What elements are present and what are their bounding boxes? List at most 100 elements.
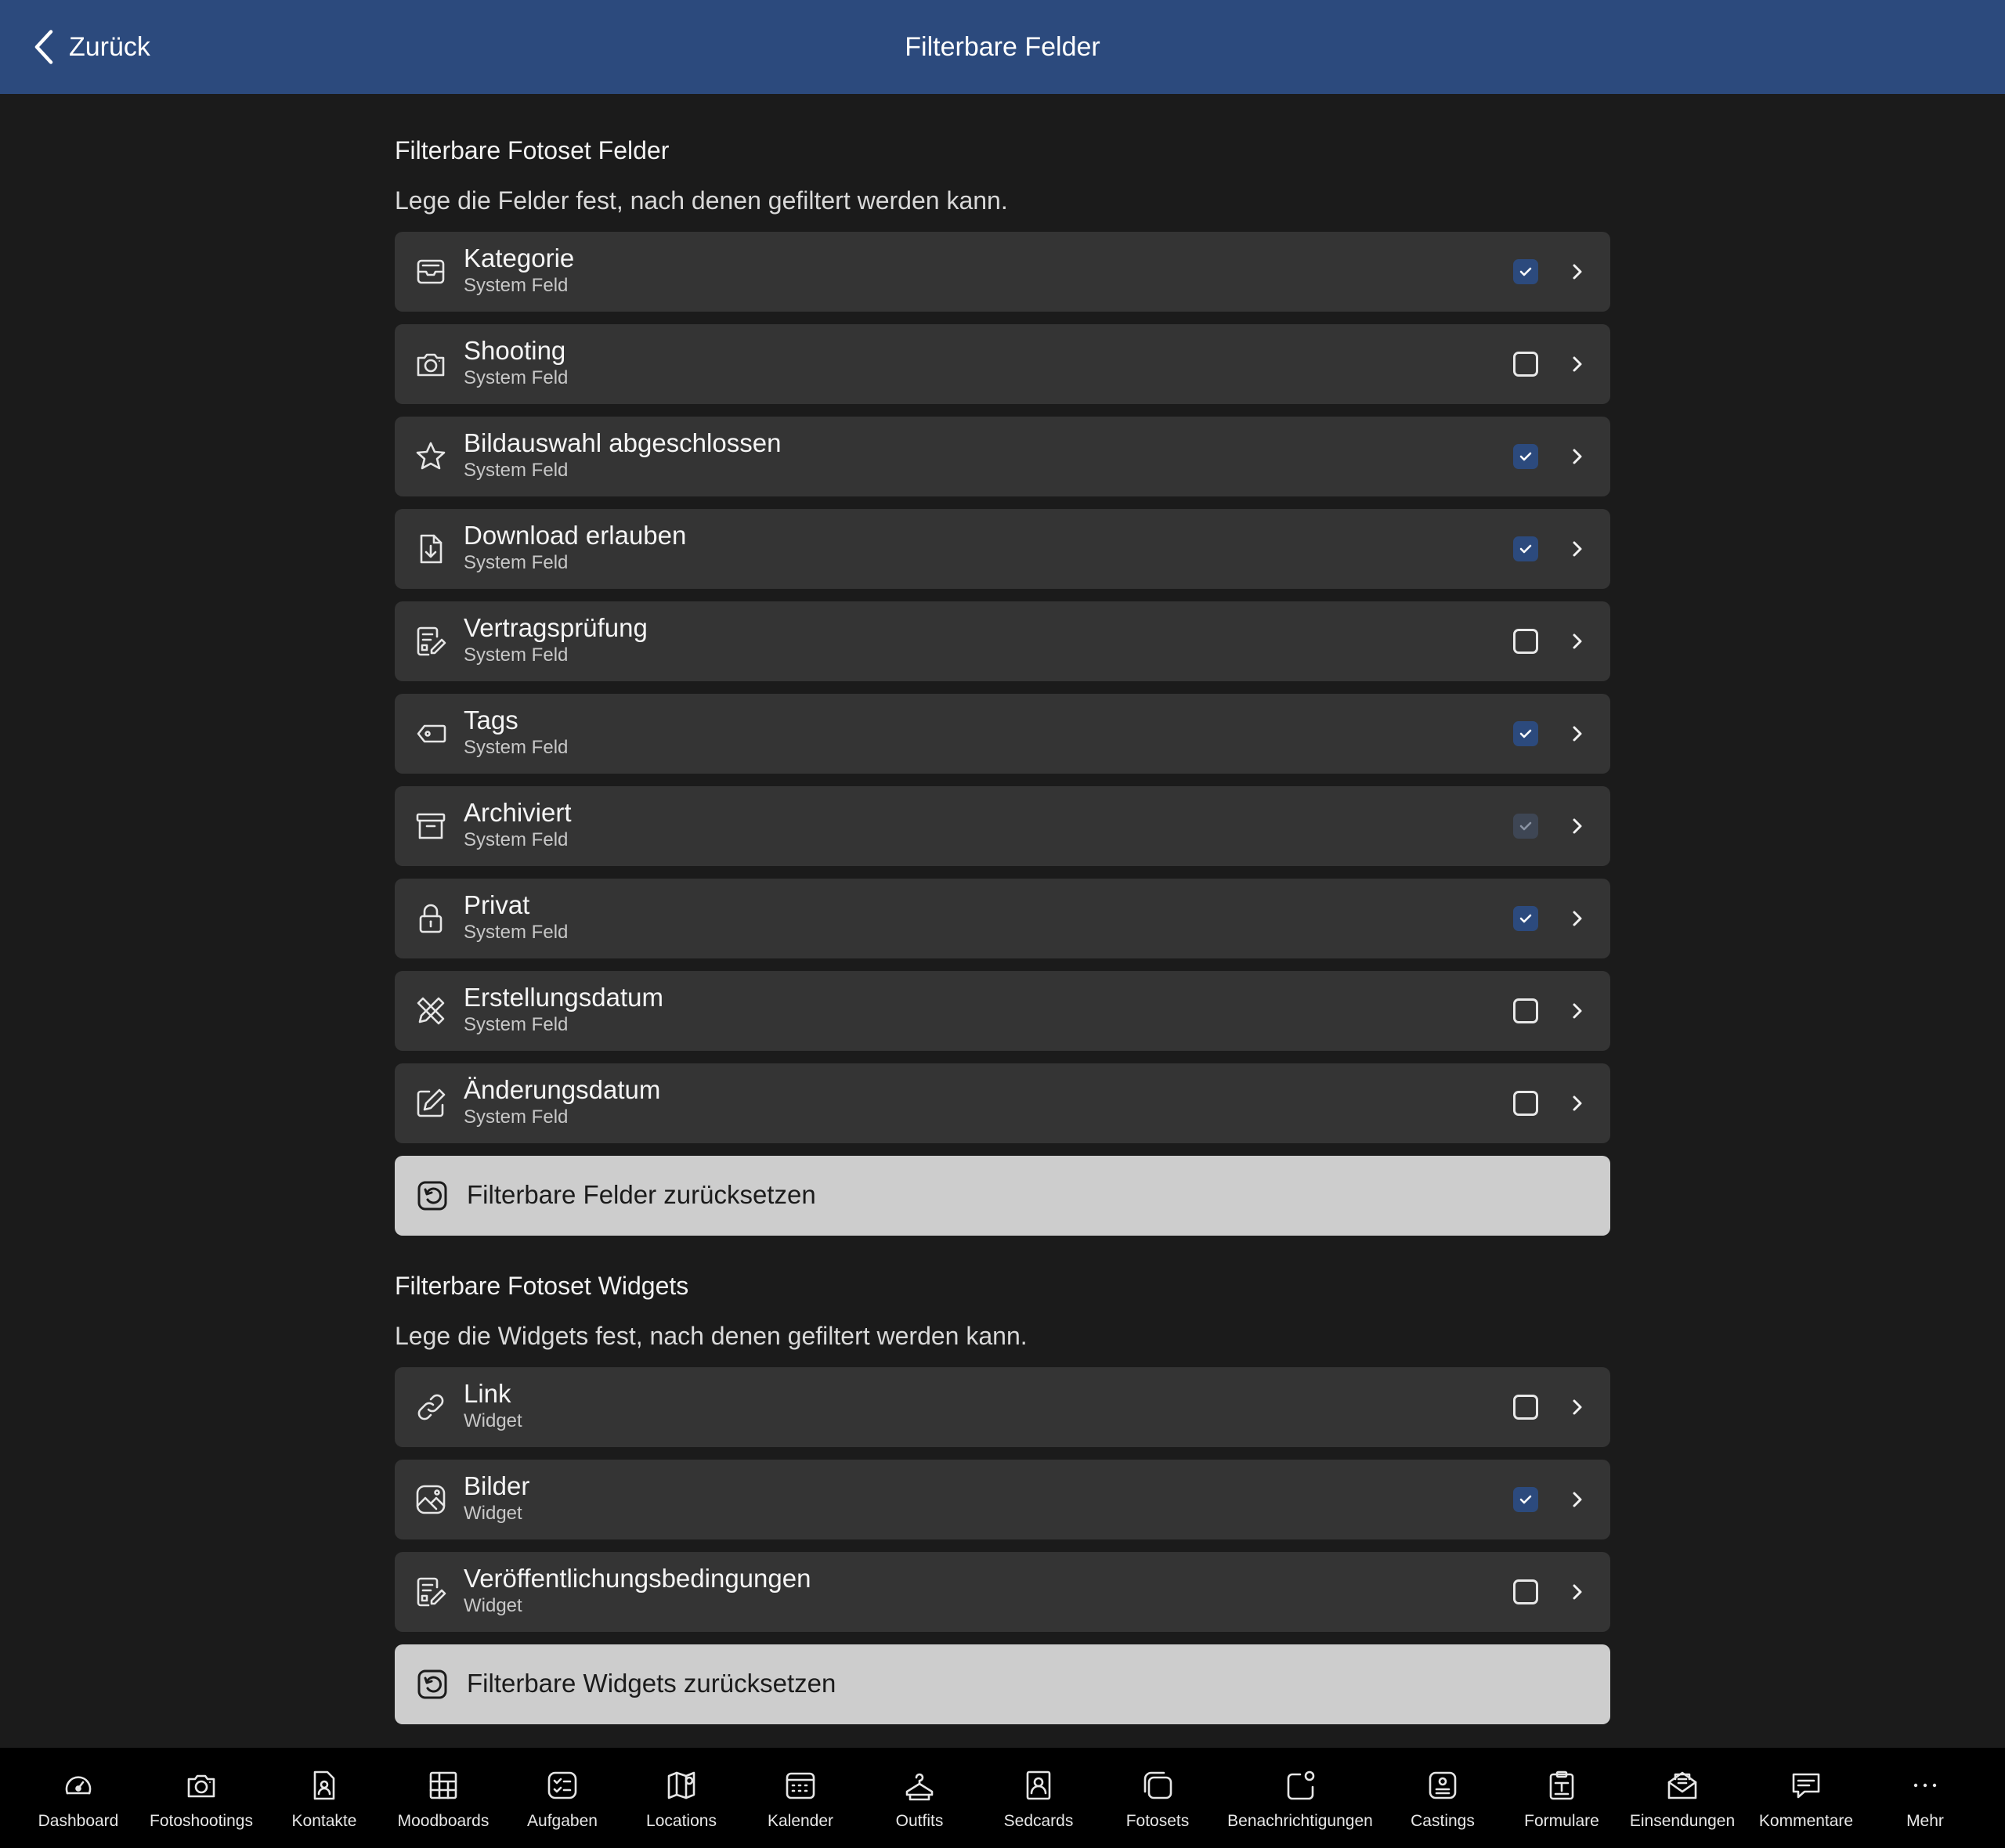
chevron-right-icon[interactable] [1565, 1579, 1590, 1604]
filter-checkbox[interactable] [1513, 1579, 1538, 1604]
list-item-texts: Vertragsprüfung System Feld [464, 612, 648, 667]
chevron-right-icon[interactable] [1565, 536, 1590, 561]
list-item-label: Veröffentlichungsbedingungen [464, 1564, 811, 1593]
list-item-subtitle: System Feld [464, 552, 569, 573]
list-item[interactable]: Kategorie System Feld [395, 232, 1610, 312]
list-item-texts: Änderungsdatum System Feld [464, 1074, 660, 1129]
calendar-icon [786, 1772, 815, 1799]
link-icon [414, 1390, 448, 1424]
more-icon [1913, 1783, 1937, 1788]
list-item-subtitle: System Feld [464, 460, 569, 481]
list-item[interactable]: Erstellungsdatum System Feld [395, 971, 1610, 1051]
chevron-right-icon[interactable] [1565, 352, 1590, 377]
list-item-texts: Archiviert System Feld [464, 797, 572, 852]
filter-checkbox[interactable] [1513, 814, 1538, 839]
tab-label: Sedcards [1003, 1812, 1074, 1830]
list-item-label: Vertragsprüfung [464, 613, 648, 642]
list-item-subtitle: System Feld [464, 644, 569, 666]
star-icon [414, 439, 448, 474]
tab-label: Mehr [1906, 1812, 1944, 1830]
image-icon [414, 1482, 448, 1517]
tray-icon [414, 254, 448, 289]
edit-square-icon [414, 1086, 448, 1121]
list-item-texts: Tags System Feld [464, 705, 568, 760]
widgets-section-description: Lege die Widgets fest, nach denen gefilt… [395, 1322, 1028, 1350]
reset-fields-button[interactable]: Filterbare Felder zurücksetzen [395, 1156, 1610, 1236]
chevron-right-icon[interactable] [1565, 1487, 1590, 1512]
list-item-subtitle: Widget [464, 1410, 522, 1431]
list-item-subtitle: System Feld [464, 1106, 569, 1128]
reset-icon [417, 1181, 447, 1211]
map-pin-icon [667, 1771, 695, 1799]
list-item[interactable]: Archiviert System Feld [395, 786, 1610, 866]
tab-label: Kontakte [291, 1812, 357, 1830]
fields-section-description: Lege die Felder fest, nach denen gefilte… [395, 186, 1008, 215]
list-item-texts: Link Widget [464, 1378, 522, 1433]
list-item-label: Bilder [464, 1471, 530, 1500]
filter-checkbox[interactable] [1513, 1395, 1538, 1420]
chevron-right-icon[interactable] [1565, 721, 1590, 746]
list-item-label: Kategorie [464, 244, 575, 273]
list-item-texts: Bildauswahl abgeschlossen System Feld [464, 428, 781, 482]
gauge-icon [65, 1776, 92, 1795]
list-item[interactable]: Bilder Widget [395, 1460, 1610, 1539]
chevron-right-icon[interactable] [1565, 814, 1590, 839]
id-card-icon [1429, 1771, 1457, 1799]
tab-label: Outfits [895, 1812, 944, 1830]
chevron-right-icon[interactable] [1565, 1395, 1590, 1420]
chevron-right-icon[interactable] [1565, 1091, 1590, 1116]
list-item[interactable]: Veröffentlichungsbedingungen Widget [395, 1552, 1610, 1632]
list-item[interactable]: Link Widget [395, 1367, 1610, 1447]
list-item-subtitle: System Feld [464, 829, 569, 850]
list-item-label: Privat [464, 890, 530, 919]
notification-icon [1287, 1770, 1315, 1800]
grid-board-icon [429, 1771, 457, 1799]
chevron-right-icon[interactable] [1565, 629, 1590, 654]
chevron-right-icon[interactable] [1565, 998, 1590, 1023]
filter-checkbox[interactable] [1513, 444, 1538, 469]
archive-icon [414, 809, 448, 843]
list-item-texts: Erstellungsdatum System Feld [464, 982, 663, 1037]
reset-icon [417, 1669, 447, 1699]
tab-label: Moodboards [397, 1812, 490, 1830]
list-item-label: Archiviert [464, 798, 572, 827]
fields-section-title: Filterbare Fotoset Felder [395, 136, 670, 164]
filter-checkbox[interactable] [1513, 998, 1538, 1023]
list-item-subtitle: System Feld [464, 275, 569, 296]
widgets-section-title: Filterbare Fotoset Widgets [395, 1272, 689, 1300]
list-item[interactable]: Privat System Feld [395, 879, 1610, 958]
list-item[interactable]: Änderungsdatum System Feld [395, 1063, 1610, 1143]
widgets-list: Link Widget Bilder Widget Veröffentlichu… [395, 1367, 1610, 1632]
filter-checkbox[interactable] [1513, 721, 1538, 746]
list-item[interactable]: Bildauswahl abgeschlossen System Feld [395, 417, 1610, 496]
list-item[interactable]: Download erlauben System Feld [395, 509, 1610, 589]
page-title: Filterbare Felder [905, 31, 1100, 62]
filter-checkbox[interactable] [1513, 1091, 1538, 1116]
chevron-right-icon[interactable] [1565, 444, 1590, 469]
chevron-right-icon[interactable] [1565, 906, 1590, 931]
checklist-icon [547, 1771, 577, 1799]
list-item-subtitle: Widget [464, 1503, 522, 1524]
filter-checkbox[interactable] [1513, 1487, 1538, 1512]
filter-checkbox[interactable] [1513, 536, 1538, 561]
camera-icon [414, 347, 448, 381]
filter-checkbox[interactable] [1513, 352, 1538, 377]
bottom-tab-bar: Dashboard Fotoshootings Kontakte Moodboards… [0, 1748, 2005, 1848]
list-item-subtitle: System Feld [464, 1014, 569, 1035]
list-item[interactable]: Vertragsprüfung System Feld [395, 601, 1610, 681]
filter-checkbox[interactable] [1513, 629, 1538, 654]
filter-checkbox[interactable] [1513, 906, 1538, 931]
list-item-texts: Bilder Widget [464, 1471, 529, 1525]
list-item[interactable]: Tags System Feld [395, 694, 1610, 774]
filter-checkbox[interactable] [1513, 259, 1538, 284]
tab-label: Fotosets [1125, 1812, 1190, 1830]
tab-mehr[interactable]: Mehr [1839, 1748, 2005, 1848]
list-item-subtitle: Widget [464, 1595, 522, 1616]
chevron-right-icon[interactable] [1565, 259, 1590, 284]
tab-label: Formulare [1524, 1812, 1599, 1830]
list-item[interactable]: Shooting System Feld [395, 324, 1610, 404]
reset-widgets-label: Filterbare Widgets zurücksetzen [467, 1669, 836, 1698]
envelope-open-icon [1667, 1771, 1697, 1799]
list-item-texts: Download erlauben System Feld [464, 520, 686, 575]
reset-widgets-button[interactable]: Filterbare Widgets zurücksetzen [395, 1644, 1610, 1724]
